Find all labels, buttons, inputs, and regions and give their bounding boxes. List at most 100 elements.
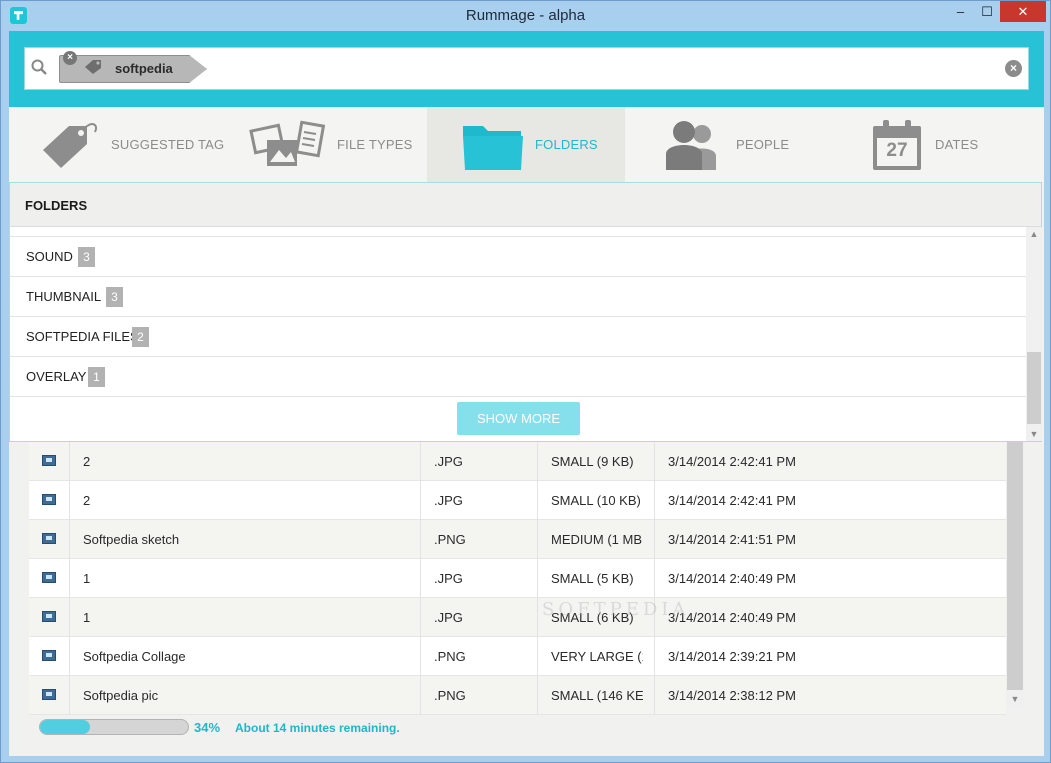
file-type: .JPG (434, 610, 463, 625)
file-date: 3/14/2014 2:40:49 PM (668, 571, 796, 586)
column-divider (420, 598, 421, 637)
column-divider (537, 520, 538, 559)
panel-header: FOLDERS (10, 183, 1041, 227)
column-divider (69, 520, 70, 559)
scrollbar-thumb[interactable] (1007, 442, 1023, 690)
tab-folders[interactable]: FOLDERS (427, 107, 625, 182)
watermark: SOFTPEDIA (542, 599, 690, 620)
file-size: SMALL (5 KB) (551, 571, 634, 586)
file-type: .JPG (434, 571, 463, 586)
file-type: .PNG (434, 532, 466, 547)
scroll-up-icon[interactable]: ▲ (1026, 227, 1042, 241)
column-divider (654, 637, 655, 676)
file-types-icon (249, 120, 326, 166)
table-row[interactable]: 2 .JPG SMALL (9 KB) 3/14/2014 2:42:41 PM (29, 442, 1006, 481)
results-table: 2 .JPG SMALL (9 KB) 3/14/2014 2:42:41 PM 2 .J… (29, 442, 1024, 715)
column-divider (654, 520, 655, 559)
title-bar[interactable]: Rummage - alpha – ☐ ✕ (1, 1, 1050, 31)
count-badge: 2 (132, 327, 149, 347)
column-divider (420, 481, 421, 520)
scrollbar-thumb[interactable] (1027, 352, 1041, 424)
scroll-down-icon[interactable]: ▼ (1026, 427, 1042, 441)
file-date: 3/14/2014 2:40:49 PM (668, 610, 796, 625)
folder-item[interactable]: SOFTPEDIA FILES 2 (10, 316, 1026, 356)
tag-hole-icon (227, 73, 235, 81)
column-divider (420, 520, 421, 559)
tag-icon (85, 60, 101, 74)
file-name: Softpedia pic (83, 688, 159, 703)
column-divider (69, 559, 70, 598)
column-divider (654, 442, 655, 481)
file-size: SMALL (10 KB) (551, 493, 641, 508)
image-file-icon (42, 611, 56, 622)
search-input[interactable]: × softpedia × (24, 47, 1029, 90)
column-divider (537, 442, 538, 481)
column-divider (420, 676, 421, 715)
file-size: VERY LARGE (1 (551, 649, 643, 664)
file-size: MEDIUM (1 MB (551, 532, 642, 547)
search-icon (31, 59, 47, 75)
file-name: Softpedia sketch (83, 532, 180, 547)
column-divider (537, 676, 538, 715)
file-date: 3/14/2014 2:39:21 PM (668, 649, 796, 664)
folders-panel: FOLDERS SOUND 3 THUMBNAIL 3 SOFTPEDIA FI… (9, 182, 1042, 442)
tab-suggested-tag[interactable]: SUGGESTED TAG (39, 107, 229, 182)
file-name: 2 (83, 493, 91, 508)
calendar-day: 27 (886, 139, 908, 161)
folder-item[interactable]: SOUND 3 (10, 236, 1026, 276)
image-file-icon (42, 494, 56, 505)
table-scrollbar[interactable]: ▼ (1006, 442, 1024, 710)
panel-scrollbar[interactable]: ▲ ▼ (1026, 227, 1042, 441)
file-size: SMALL (146 KE (551, 688, 643, 703)
folder-item[interactable]: THUMBNAIL 3 (10, 276, 1026, 316)
file-date: 3/14/2014 2:38:12 PM (668, 688, 796, 703)
folder-icon (463, 125, 523, 170)
category-tabs: SUGGESTED TAG FILE TYPES FOLDERS PEOPLE … (9, 107, 1044, 182)
show-more-button[interactable]: SHOW MORE (457, 402, 580, 435)
minimize-button[interactable]: – (947, 1, 974, 22)
column-divider (420, 637, 421, 676)
image-file-icon (42, 572, 56, 583)
file-type: .PNG (434, 649, 466, 664)
file-type: .JPG (434, 454, 463, 469)
column-divider (420, 442, 421, 481)
table-row[interactable]: 1 .JPG SMALL (5 KB) 3/14/2014 2:40:49 PM (29, 559, 1006, 598)
tab-label: PEOPLE (736, 137, 790, 152)
column-divider (69, 442, 70, 481)
table-row[interactable]: Softpedia pic .PNG SMALL (146 KE 3/14/2014 … (29, 676, 1006, 715)
time-remaining: About 14 minutes remaining. (235, 721, 400, 735)
progress-fill (40, 720, 91, 734)
column-divider (537, 481, 538, 520)
file-type: .JPG (434, 493, 463, 508)
tab-label: FOLDERS (535, 137, 598, 152)
close-button[interactable]: ✕ (1000, 1, 1046, 22)
clear-search-icon[interactable]: × (1005, 60, 1022, 77)
column-divider (420, 559, 421, 598)
table-row[interactable]: 1 .JPG SMALL (6 KB) 3/14/2014 2:40:49 PM (29, 598, 1006, 637)
search-tag-label: softpedia (115, 61, 173, 76)
tab-people[interactable]: PEOPLE (664, 107, 834, 182)
table-row[interactable]: 2 .JPG SMALL (10 KB) 3/14/2014 2:42:41 PM (29, 481, 1006, 520)
scroll-down-icon[interactable]: ▼ (1006, 694, 1024, 708)
remove-tag-icon[interactable]: × (63, 51, 77, 65)
folder-name: OVERLAY (26, 369, 87, 384)
folder-item[interactable]: OVERLAY 1 (10, 356, 1026, 396)
image-file-icon (42, 455, 56, 466)
column-divider (69, 637, 70, 676)
search-band: × softpedia × (9, 31, 1044, 107)
tab-label: FILE TYPES (337, 137, 413, 152)
count-badge: 3 (78, 247, 95, 267)
table-row[interactable]: Softpedia Collage .PNG VERY LARGE (1 3/14/2… (29, 637, 1006, 676)
maximize-button[interactable]: ☐ (974, 1, 1000, 22)
file-type: .PNG (434, 688, 466, 703)
file-size: SMALL (9 KB) (551, 454, 634, 469)
table-row[interactable]: Softpedia sketch .PNG MEDIUM (1 MB 3/14/201… (29, 520, 1006, 559)
column-divider (537, 637, 538, 676)
panel-title: FOLDERS (25, 198, 88, 213)
tab-dates[interactable]: 27 DATES (869, 107, 1029, 182)
tab-file-types[interactable]: FILE TYPES (249, 107, 424, 182)
progress-percent: 34% (194, 720, 221, 735)
image-file-icon (42, 650, 56, 661)
file-date: 3/14/2014 2:42:41 PM (668, 493, 796, 508)
app-window: Rummage - alpha – ☐ ✕ × softpedia × SUGG… (0, 0, 1051, 763)
